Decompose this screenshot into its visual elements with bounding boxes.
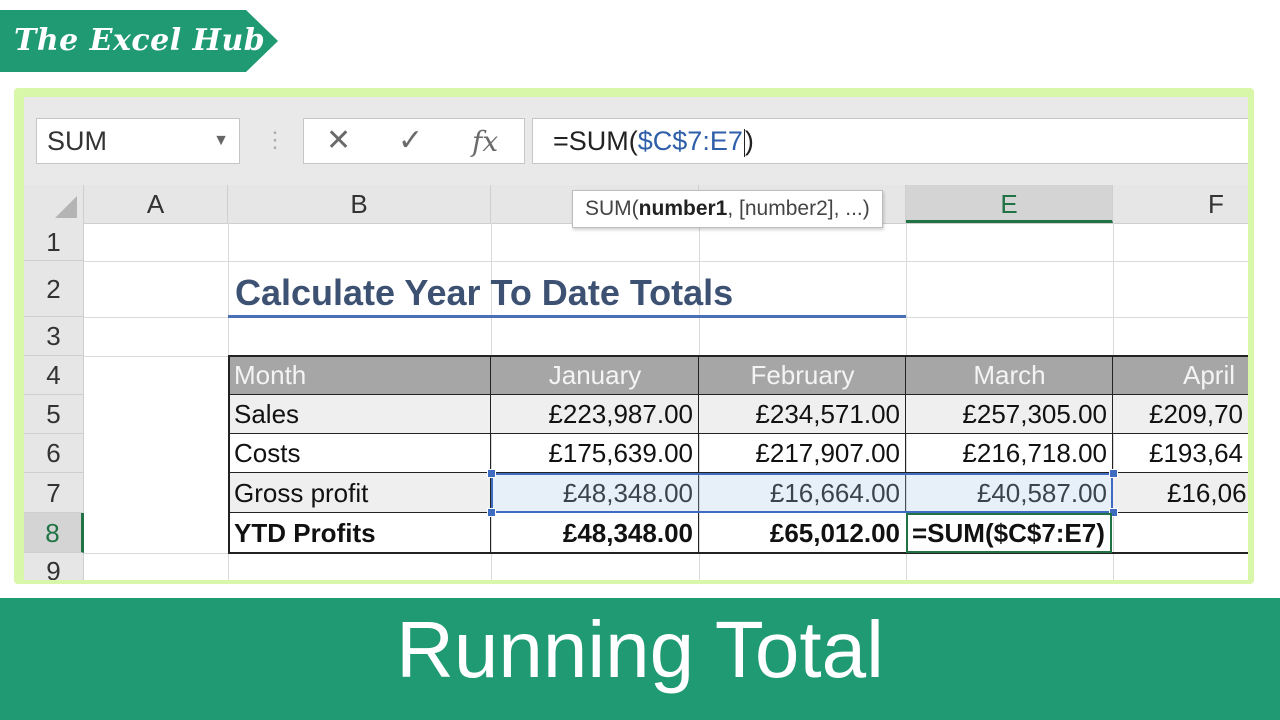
range-handle[interactable] [1109,469,1118,478]
cell-sales-april[interactable]: £209,70 [1113,395,1248,434]
row-header-8[interactable]: 8 [24,513,84,553]
tooltip-rest: , [number2], ...) [727,197,870,220]
table-border [228,355,1248,357]
row-label-gross-profit[interactable]: Gross profit [228,473,491,513]
cell-costs-february[interactable]: £217,907.00 [699,434,906,473]
table-border [228,433,1248,434]
cell-gross-april[interactable]: £16,06 [1113,473,1248,513]
active-cell-outline[interactable] [906,513,1112,553]
brand-banner: The Excel Hub [0,10,278,72]
formula-suffix: ) [744,126,754,156]
row-label-costs[interactable]: Costs [228,434,491,473]
table-header-april[interactable]: April [1113,356,1248,395]
cell-sales-january[interactable]: £223,987.00 [491,395,699,434]
row-header-7[interactable]: 7 [24,473,84,513]
table-border [228,394,1248,395]
chevron-down-icon[interactable]: ▼ [213,119,229,163]
table-header-march[interactable]: March [906,356,1113,395]
function-tooltip: SUM(number1, [number2], ...) [572,190,883,228]
row-header-6[interactable]: 6 [24,434,84,473]
row-header-1[interactable]: 1 [24,223,84,261]
column-header-e[interactable]: E [906,185,1113,223]
grip-icon[interactable]: ⋮ [264,127,286,153]
enter-icon[interactable]: ✓ [398,123,423,158]
cell-ytd-january[interactable]: £48,348.00 [491,513,699,553]
row-header-2[interactable]: 2 [24,261,84,317]
table-header-january[interactable]: January [491,356,699,395]
range-handle[interactable] [487,508,496,517]
row-header-9[interactable]: 9 [24,553,84,580]
row-header-3[interactable]: 3 [24,317,84,356]
cell-costs-january[interactable]: £175,639.00 [491,434,699,473]
cell-costs-april[interactable]: £193,64 [1113,434,1248,473]
row-label-sales[interactable]: Sales [228,395,491,434]
name-box-value: SUM [47,126,107,156]
formula-prefix: =SUM( [553,126,638,156]
tooltip-prefix: SUM( [585,197,639,220]
title-banner: Running Total [0,598,1280,720]
column-header-a[interactable]: A [84,185,228,223]
select-all-corner[interactable] [24,185,84,223]
column-header-b[interactable]: B [228,185,491,223]
column-header-f[interactable]: F [1113,185,1248,223]
table-border [228,355,230,554]
cell-costs-march[interactable]: £216,718.00 [906,434,1113,473]
formula-reference: $C$7:E7 [637,126,743,156]
formula-range-highlight[interactable] [491,473,1113,513]
title-underline [228,315,906,318]
insert-function-icon[interactable]: fx [472,125,498,158]
cancel-icon[interactable]: ✕ [326,123,351,158]
tooltip-argument-current[interactable]: number1 [639,197,728,220]
row-header-5[interactable]: 5 [24,395,84,434]
row-header-4[interactable]: 4 [24,356,84,395]
formula-buttons: ✕ ✓ fx [303,118,525,164]
cell-ytd-february[interactable]: £65,012.00 [699,513,906,553]
table-header-month[interactable]: Month [228,356,491,395]
cell-sales-march[interactable]: £257,305.00 [906,395,1113,434]
cell-sales-february[interactable]: £234,571.00 [699,395,906,434]
row-label-ytd-profits[interactable]: YTD Profits [228,513,491,553]
table-border [490,355,491,554]
sheet-title: Calculate Year To Date Totals [235,272,734,313]
table-border [698,355,699,554]
table-header-february[interactable]: February [699,356,906,395]
excel-window: SUM ▼ ⋮ ✕ ✓ fx =SUM($C$7:E7) A B C D E F… [24,97,1248,580]
formula-input[interactable]: =SUM($C$7:E7) [532,118,1248,164]
grid-line [84,261,1248,262]
formula-bar-area: SUM ▼ ⋮ ✕ ✓ fx =SUM($C$7:E7) [24,97,1248,185]
range-handle[interactable] [487,469,496,478]
name-box[interactable]: SUM ▼ [36,118,240,164]
